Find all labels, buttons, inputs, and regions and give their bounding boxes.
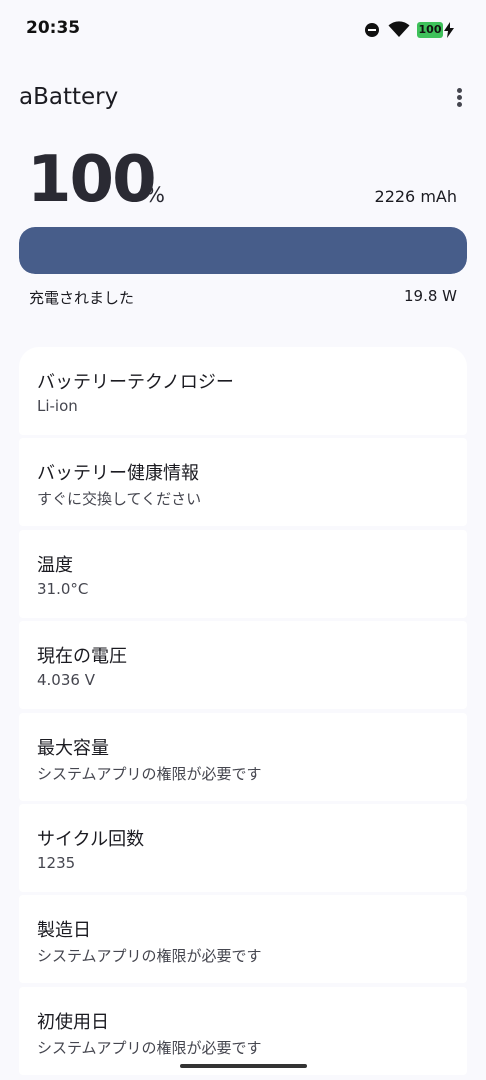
- battery-level-bar: [19, 227, 467, 274]
- info-title: 製造日: [37, 920, 91, 941]
- info-value: すぐに交換してください: [37, 490, 202, 508]
- info-value: 4.036 V: [37, 671, 95, 689]
- info-title: 現在の電圧: [37, 646, 127, 667]
- info-item-technology[interactable]: バッテリーテクノロジー Li-ion: [19, 347, 467, 435]
- info-value: システムアプリの権限が必要です: [37, 765, 262, 783]
- info-item-max-capacity[interactable]: 最大容量 システムアプリの権限が必要です: [19, 713, 467, 801]
- battery-level-fill: [19, 227, 467, 274]
- info-item-manufacture-date[interactable]: 製造日 システムアプリの権限が必要です: [19, 895, 467, 983]
- info-item-voltage[interactable]: 現在の電圧 4.036 V: [19, 621, 467, 709]
- battery-percent: 100: [27, 143, 157, 217]
- app-title: aBattery: [19, 84, 119, 110]
- info-value: 31.0°C: [37, 580, 89, 598]
- charging-status: 充電されました: [29, 289, 135, 307]
- info-value: Li-ion: [37, 397, 78, 415]
- info-value: 1235: [37, 854, 76, 872]
- info-item-health[interactable]: バッテリー健康情報 すぐに交換してください: [19, 438, 467, 526]
- screen: 20:35 100 aBattery 100 % 2226 mAh 充電されまし…: [0, 0, 486, 1080]
- info-title: 最大容量: [37, 738, 109, 759]
- info-value: システムアプリの権限が必要です: [37, 947, 262, 965]
- battery-capacity: 2226 mAh: [374, 187, 457, 206]
- info-title: バッテリー健康情報: [37, 463, 199, 484]
- info-item-first-use-date[interactable]: 初使用日 システムアプリの権限が必要です: [19, 987, 467, 1075]
- info-item-cycle-count[interactable]: サイクル回数 1235: [19, 804, 467, 892]
- info-title: バッテリーテクノロジー: [37, 372, 234, 393]
- info-value: システムアプリの権限が必要です: [37, 1039, 262, 1057]
- info-title: サイクル回数: [37, 829, 145, 850]
- charging-power: 19.8 W: [404, 287, 457, 305]
- info-item-temperature[interactable]: 温度 31.0°C: [19, 530, 467, 618]
- battery-icon: 100: [417, 22, 443, 38]
- do-not-disturb-icon: [365, 23, 379, 37]
- overflow-menu-icon[interactable]: [448, 85, 472, 111]
- status-time: 20:35: [26, 18, 81, 38]
- percent-sign: %: [145, 183, 165, 207]
- status-bar: 20:35 100: [0, 0, 486, 58]
- charging-bolt-icon: [444, 22, 454, 38]
- info-title: 温度: [37, 555, 73, 576]
- gesture-navigation-bar[interactable]: [180, 1064, 307, 1068]
- info-title: 初使用日: [37, 1012, 109, 1033]
- wifi-icon: [388, 21, 410, 37]
